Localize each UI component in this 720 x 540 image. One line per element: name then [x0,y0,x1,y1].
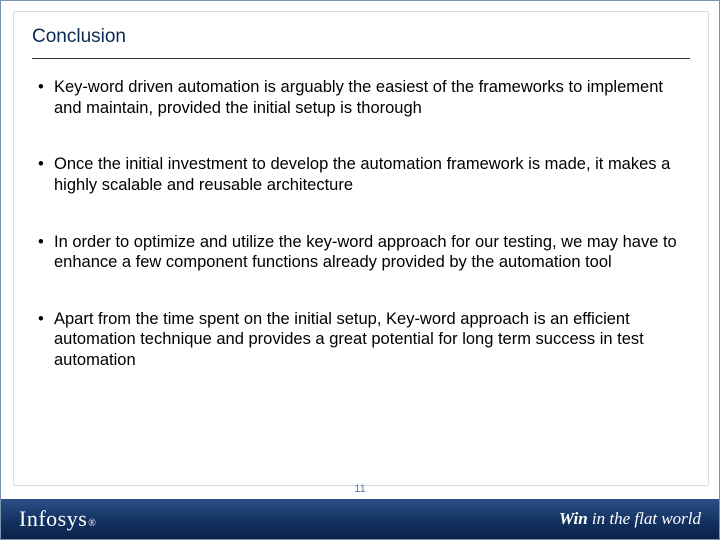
slide-title: Conclusion [32,26,690,54]
infosys-logo: Infosys ® [19,506,96,532]
page-number: 11 [1,483,719,495]
bullet-item: Once the initial investment to develop t… [38,154,690,195]
bullet-item: Apart from the time spent on the initial… [38,309,690,371]
tagline: Win in the flat world [559,509,701,529]
footer-bar: Infosys ® Win in the flat world [1,499,719,539]
bullet-item: Key-word driven automation is arguably t… [38,77,690,118]
logo-text: Infosys [19,506,87,532]
tagline-bold: Win [559,509,588,528]
slide: Conclusion Key-word driven automation is… [0,0,720,540]
bullet-item: In order to optimize and utilize the key… [38,232,690,273]
registered-icon: ® [88,518,96,529]
title-divider [32,58,690,59]
tagline-rest: in the flat world [588,509,701,528]
bullet-list: Key-word driven automation is arguably t… [32,77,690,371]
content-box: Conclusion Key-word driven automation is… [13,11,709,486]
